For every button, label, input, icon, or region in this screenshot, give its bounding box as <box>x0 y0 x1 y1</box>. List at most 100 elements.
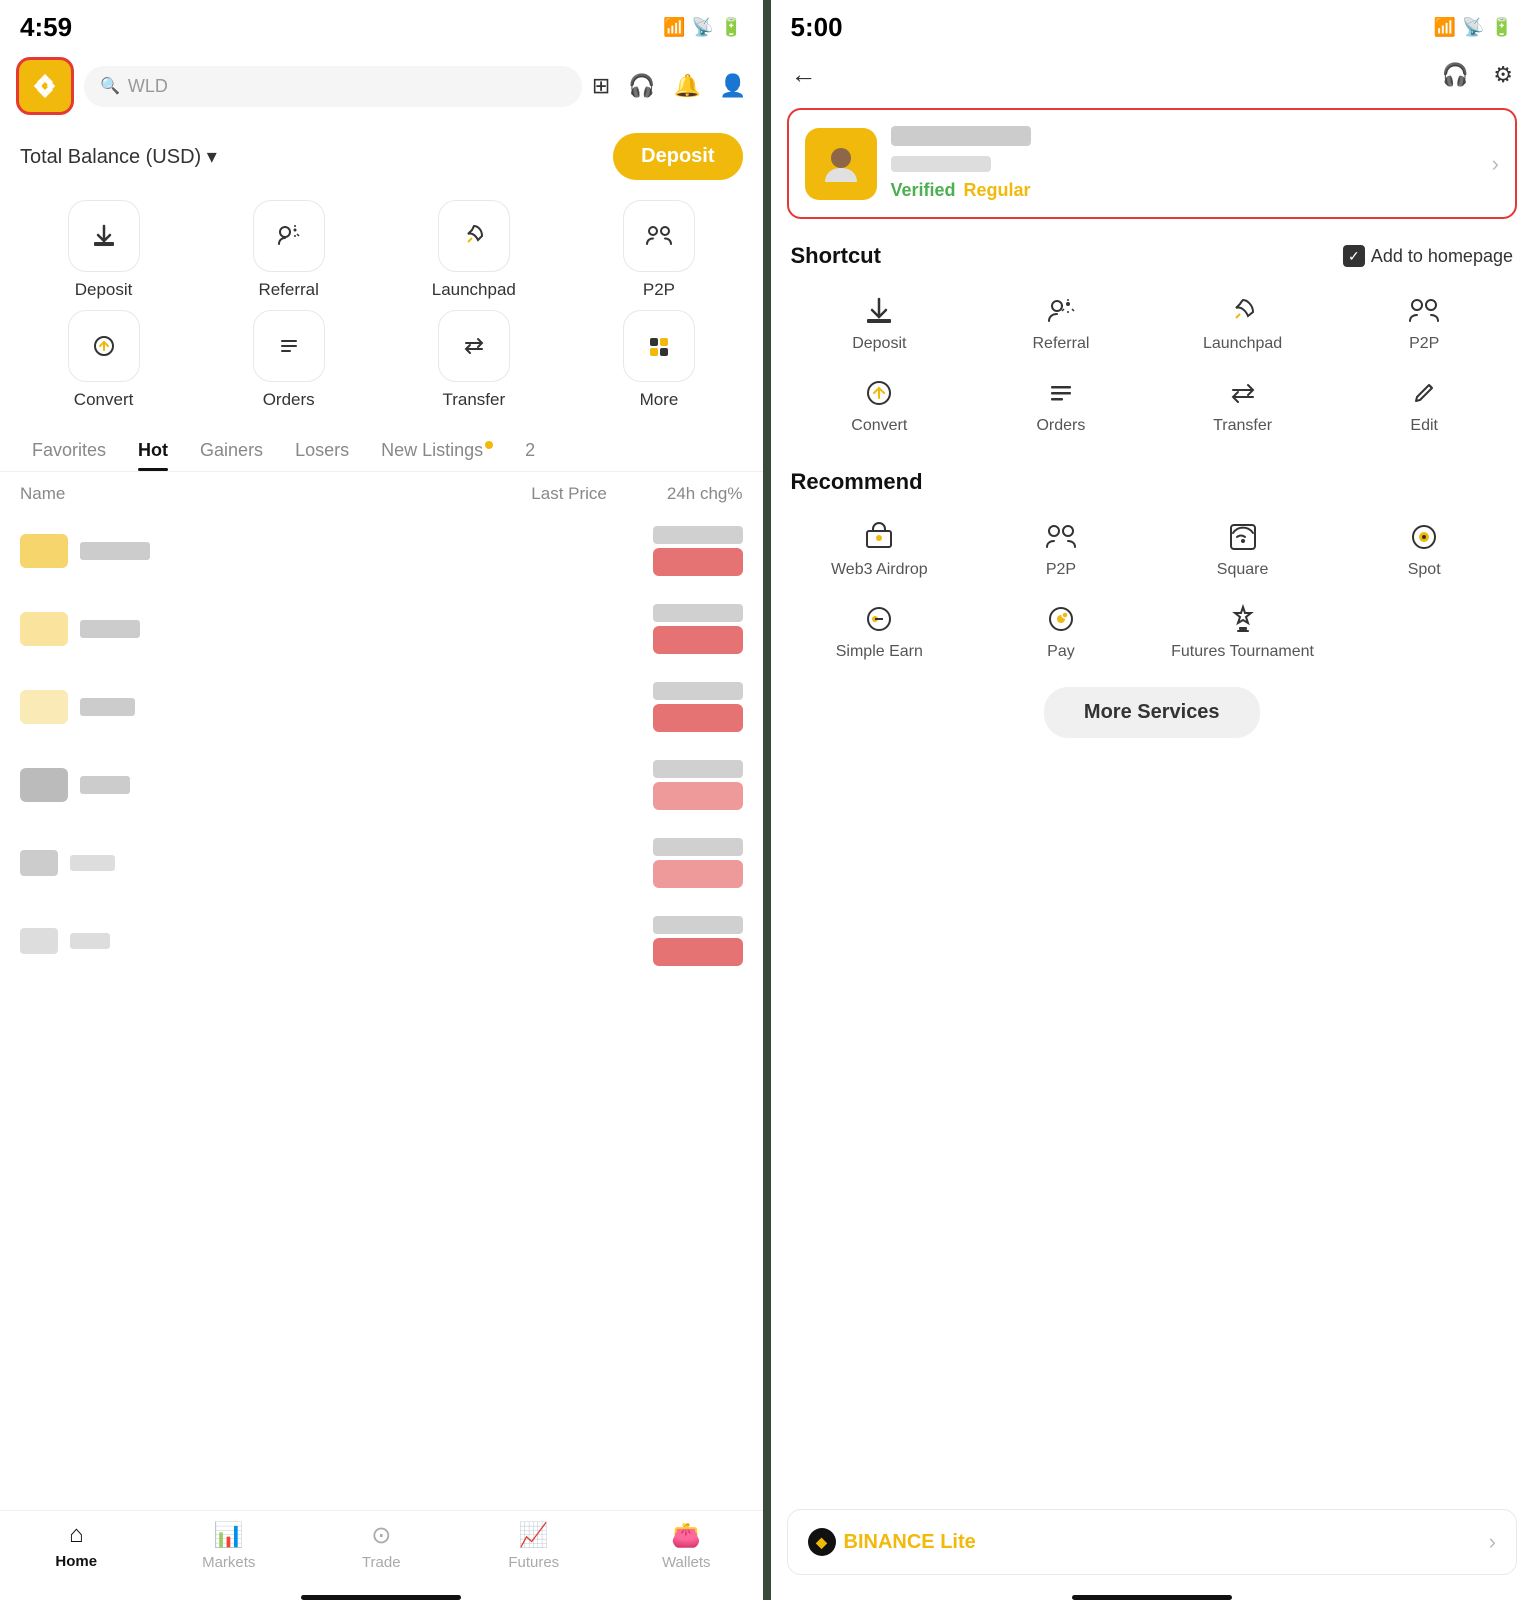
futures-icon: 📈 <box>519 1521 549 1550</box>
shortcut-orders-label: Orders <box>1036 417 1085 435</box>
price-blur <box>653 604 743 622</box>
balance-chevron: ▾ <box>207 146 217 168</box>
recommend-web3-airdrop[interactable]: Web3 Airdrop <box>791 511 969 589</box>
shortcut-edit[interactable]: Edit <box>1335 367 1513 445</box>
quick-more[interactable]: More <box>571 310 746 410</box>
headset-icon[interactable]: 🎧 <box>628 73 655 99</box>
search-text: WLD <box>128 76 168 97</box>
shortcut-orders[interactable]: Orders <box>972 367 1150 445</box>
price-blur <box>653 682 743 700</box>
price-block <box>653 760 743 810</box>
nav-trade[interactable]: ⊙ Trade <box>305 1521 458 1571</box>
coin-blur <box>80 542 150 560</box>
status-icons-left: 📶 📡 🔋 <box>663 17 742 38</box>
shortcut-deposit-label: Deposit <box>852 335 906 353</box>
shortcut-convert[interactable]: Convert <box>791 367 969 445</box>
tab-losers[interactable]: Losers <box>279 430 365 471</box>
quick-p2p[interactable]: P2P <box>571 200 746 300</box>
header-icons: ⊞ 🎧 🔔 👤 <box>592 73 747 99</box>
tab-gainers[interactable]: Gainers <box>184 430 279 471</box>
settings-icon[interactable]: ⚙ <box>1493 62 1513 88</box>
binance-logo[interactable] <box>16 57 74 115</box>
search-icon: 🔍 <box>100 76 120 96</box>
referral-icon-box <box>253 200 325 272</box>
chg-red <box>653 704 743 732</box>
divider <box>763 0 771 1600</box>
table-row[interactable] <box>0 668 763 746</box>
scan-icon[interactable]: ⊞ <box>592 73 610 99</box>
quick-launchpad-label: Launchpad <box>432 280 516 300</box>
shortcut-grid: Deposit Referral Launchpad <box>771 277 1533 453</box>
recommend-simple-earn[interactable]: Simple Earn <box>791 593 969 671</box>
tab-new-listings[interactable]: New Listings <box>365 430 509 471</box>
table-row[interactable] <box>0 824 763 902</box>
more-services-button[interactable]: More Services <box>1044 687 1260 738</box>
binance-lite-card[interactable]: ◆ BINANCE Lite › <box>787 1509 1518 1575</box>
tab-favorites[interactable]: Favorites <box>16 430 122 471</box>
shortcut-title: Shortcut <box>791 243 881 269</box>
nav-futures-label: Futures <box>508 1554 559 1571</box>
status-bar-right: 5:00 📶 📡 🔋 <box>771 0 1533 49</box>
quick-transfer[interactable]: Transfer <box>386 310 561 410</box>
shortcut-launchpad[interactable]: Launchpad <box>1154 285 1332 363</box>
price-blur <box>653 916 743 934</box>
quick-launchpad[interactable]: Launchpad <box>386 200 561 300</box>
convert-icon-box <box>68 310 140 382</box>
nav-futures[interactable]: 📈 Futures <box>458 1521 611 1571</box>
recommend-futures-tournament-label: Futures Tournament <box>1171 643 1314 661</box>
recommend-futures-tournament[interactable]: Futures Tournament <box>1154 593 1332 671</box>
p2p-icon-box <box>623 200 695 272</box>
launchpad-icon-box <box>438 200 510 272</box>
quick-deposit-label: Deposit <box>75 280 133 300</box>
add-to-homepage[interactable]: ✓ Add to homepage <box>1343 245 1513 267</box>
shortcut-referral[interactable]: Referral <box>972 285 1150 363</box>
recommend-square[interactable]: Square <box>1154 511 1332 589</box>
nav-trade-label: Trade <box>362 1554 401 1571</box>
table-row[interactable] <box>0 512 763 590</box>
search-bar[interactable]: 🔍 WLD <box>84 66 582 107</box>
back-icons-right: 🎧 ⚙ <box>1442 62 1513 88</box>
tab-2[interactable]: 2 <box>509 430 551 471</box>
table-row[interactable] <box>0 590 763 668</box>
shortcut-p2p[interactable]: P2P <box>1335 285 1513 363</box>
price-block <box>653 838 743 888</box>
price-blur <box>653 526 743 544</box>
recommend-pay[interactable]: Pay <box>972 593 1150 671</box>
headset-icon-right[interactable]: 🎧 <box>1442 62 1469 88</box>
recommend-p2p[interactable]: P2P <box>972 511 1150 589</box>
signal-icon-right: 📶 <box>1434 17 1456 38</box>
home-indicator-right <box>1072 1595 1232 1600</box>
table-row[interactable] <box>0 902 763 980</box>
nav-home[interactable]: ⌂ Home <box>0 1521 153 1571</box>
wifi-icon-right: 📡 <box>1462 17 1484 38</box>
shortcut-transfer[interactable]: Transfer <box>1154 367 1332 445</box>
shortcut-deposit[interactable]: Deposit <box>791 285 969 363</box>
tab-hot[interactable]: Hot <box>122 430 184 471</box>
quick-deposit[interactable]: Deposit <box>16 200 191 300</box>
coin-blur <box>80 698 135 716</box>
quick-referral[interactable]: Referral <box>201 200 376 300</box>
wallets-icon: 👛 <box>671 1521 701 1550</box>
price-block <box>653 604 743 654</box>
table-row[interactable] <box>0 746 763 824</box>
quick-orders[interactable]: Orders <box>201 310 376 410</box>
market-header: Name Last Price 24h chg% <box>0 472 763 512</box>
recommend-spot[interactable]: Spot <box>1335 511 1513 589</box>
chg-red <box>653 938 743 966</box>
quick-convert[interactable]: Convert <box>16 310 191 410</box>
quick-convert-label: Convert <box>74 390 134 410</box>
battery-icon: 🔋 <box>720 17 742 38</box>
nav-wallets[interactable]: 👛 Wallets <box>610 1521 763 1571</box>
back-button[interactable]: ← <box>791 59 817 90</box>
nav-wallets-label: Wallets <box>662 1554 711 1571</box>
deposit-button[interactable]: Deposit <box>613 133 742 180</box>
quick-referral-label: Referral <box>258 280 318 300</box>
coin-icon <box>20 928 58 954</box>
coin-blur <box>70 933 110 949</box>
bell-icon[interactable]: 🔔 <box>674 73 701 99</box>
nav-markets[interactable]: 📊 Markets <box>153 1521 306 1571</box>
profile-icon[interactable]: 👤 <box>719 73 746 99</box>
app-header: 🔍 WLD ⊞ 🎧 🔔 👤 <box>0 49 763 123</box>
profile-card[interactable]: Verified Regular › <box>787 108 1518 219</box>
recommend-pay-label: Pay <box>1047 643 1075 661</box>
